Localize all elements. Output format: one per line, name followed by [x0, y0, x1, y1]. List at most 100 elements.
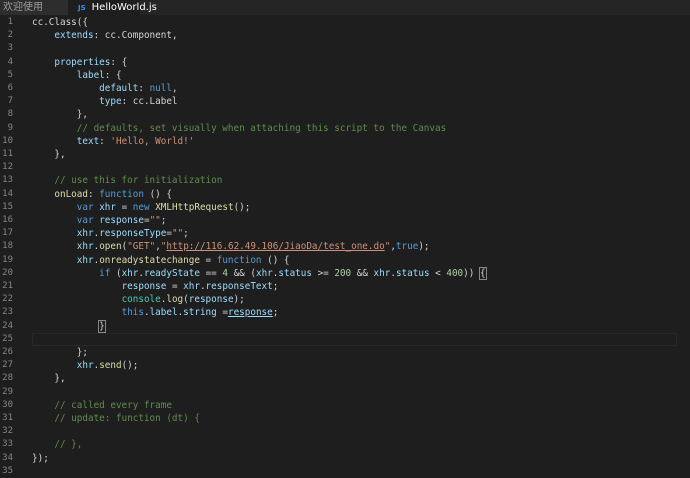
code-editor[interactable]: 1 cc.Class({2 extends: cc.Component, 3 4 pr… [0, 15, 690, 476]
code-line[interactable]: 18 xhr.open("GET","http://116.62.49.106/… [0, 240, 690, 253]
code-line[interactable]: 21 response = xhr.responseText; [0, 280, 690, 293]
code-token: label [149, 307, 178, 319]
code-line[interactable]: 10 text: 'Hello, World!' [0, 135, 690, 148]
line-number: 11 [2, 149, 13, 159]
code-line[interactable]: 20 if (xhr.readyState == 4 && (xhr.statu… [0, 266, 690, 280]
code-line[interactable]: 4 properties: { [0, 56, 690, 69]
code-token: log [166, 294, 184, 306]
code-token: ); [233, 294, 245, 306]
line-number: 7 [7, 96, 13, 107]
line-number: 34 [2, 452, 13, 463]
code-line[interactable]: 7 type: cc.Label [0, 95, 690, 108]
code-token: xhr [255, 267, 273, 279]
line-code: }, [32, 372, 65, 385]
code-line[interactable]: 25 [0, 332, 690, 346]
code-token: "" [171, 228, 184, 240]
line-code: xhr.responseType=""; [32, 227, 189, 240]
code-line[interactable]: 8 }, [0, 108, 690, 121]
code-token: function [216, 254, 262, 266]
code-token: )) [463, 267, 480, 279]
code-token: : [138, 83, 150, 94]
code-token: ; [272, 281, 279, 292]
code-token: ( [110, 267, 122, 279]
code-token: xhr [76, 254, 94, 266]
line-code: console.log(response); [32, 293, 245, 306]
code-token: }; [32, 347, 88, 358]
line-number: 23 [2, 307, 13, 318]
code-line[interactable]: 6 default: null, [0, 82, 690, 95]
code-line[interactable]: 15 var xhr = new XMLHttpRequest(); [0, 201, 690, 214]
line-number: 27 [2, 360, 13, 371]
line-code: onLoad: function () { [32, 188, 172, 201]
code-line[interactable]: 35 [0, 465, 690, 478]
code-token: status [278, 267, 312, 279]
code-token: text [76, 135, 100, 147]
code-token: () { [143, 188, 172, 200]
code-token: true [395, 241, 419, 253]
code-line[interactable]: 22 console.log(response); [0, 293, 690, 306]
code-line[interactable]: 27 xhr.send(); [0, 359, 690, 372]
code-line[interactable]: 23 this.label.string =response; [0, 306, 690, 319]
code-token: type [99, 96, 122, 108]
code-line[interactable]: 28 }, [0, 372, 690, 385]
code-token: xhr [183, 281, 200, 292]
code-token: }); [32, 452, 49, 464]
tab-welcome[interactable]: 欢迎使用 [0, 0, 68, 15]
line-number: 16 [2, 215, 13, 225]
line-number: 4 [7, 56, 13, 67]
code-line[interactable]: 12 [0, 161, 690, 174]
code-token: xhr [99, 201, 116, 213]
code-token: // update: function (dt) { [54, 413, 200, 424]
code-line[interactable]: 11 }, [0, 148, 690, 161]
code-line[interactable]: 3 [0, 42, 690, 55]
line-code: this.label.string =response; [32, 306, 279, 319]
line-code: // update: function (dt) { [32, 412, 200, 425]
tab-helloworld-js[interactable]: JS HelloWorld.js [68, 0, 157, 15]
code-line[interactable]: 2 extends: cc.Component, [0, 29, 690, 42]
code-token: default [99, 83, 139, 94]
line-code: extends: cc.Component, [32, 29, 177, 42]
code-line[interactable]: 33 // }, [0, 438, 690, 451]
code-token: >= [311, 267, 335, 279]
line-number: 25 [2, 333, 13, 344]
code-line[interactable]: 29 [0, 386, 690, 399]
code-token: ; [160, 215, 167, 226]
code-line[interactable]: 1 cc.Class({ [0, 16, 690, 29]
code-line[interactable]: 14 onLoad: function () { [0, 188, 690, 201]
code-line[interactable]: 5 label: { [0, 69, 690, 82]
code-line[interactable]: 31 // update: function (dt) { [0, 412, 690, 425]
code-line[interactable]: 9 // defaults, set visually when attachi… [0, 122, 690, 135]
code-line[interactable]: 16 var response=""; [0, 214, 690, 227]
code-line[interactable]: 30 // called every frame [0, 399, 690, 412]
line-number: 19 [2, 254, 13, 265]
code-token: : [87, 188, 100, 200]
code-line[interactable]: 24 } [0, 319, 690, 333]
line-code: label: { [32, 69, 122, 82]
code-line[interactable]: 32 [0, 425, 690, 438]
code-token: cc.Class({ [32, 17, 88, 28]
current-line-highlight [32, 332, 677, 346]
code-token: readyState [143, 267, 200, 279]
code-line[interactable]: 19 xhr.onreadystatechange = function () … [0, 254, 690, 267]
code-line[interactable]: 13 // use this for initialization [0, 174, 690, 187]
code-token: = [199, 254, 217, 266]
code-line[interactable]: 17 xhr.responseType=""; [0, 227, 690, 240]
code-line[interactable]: 26 }; [0, 346, 690, 359]
code-token: () { [261, 254, 290, 266]
line-code: // use this for initialization [32, 174, 222, 187]
code-line[interactable]: 34}); [0, 452, 690, 465]
code-token: 200 [334, 267, 352, 279]
line-number: 18 [2, 241, 13, 252]
code-token: responseType [99, 228, 167, 240]
code-token: this [121, 307, 144, 319]
line-number: 9 [7, 122, 13, 133]
code-token: ; [272, 307, 279, 319]
